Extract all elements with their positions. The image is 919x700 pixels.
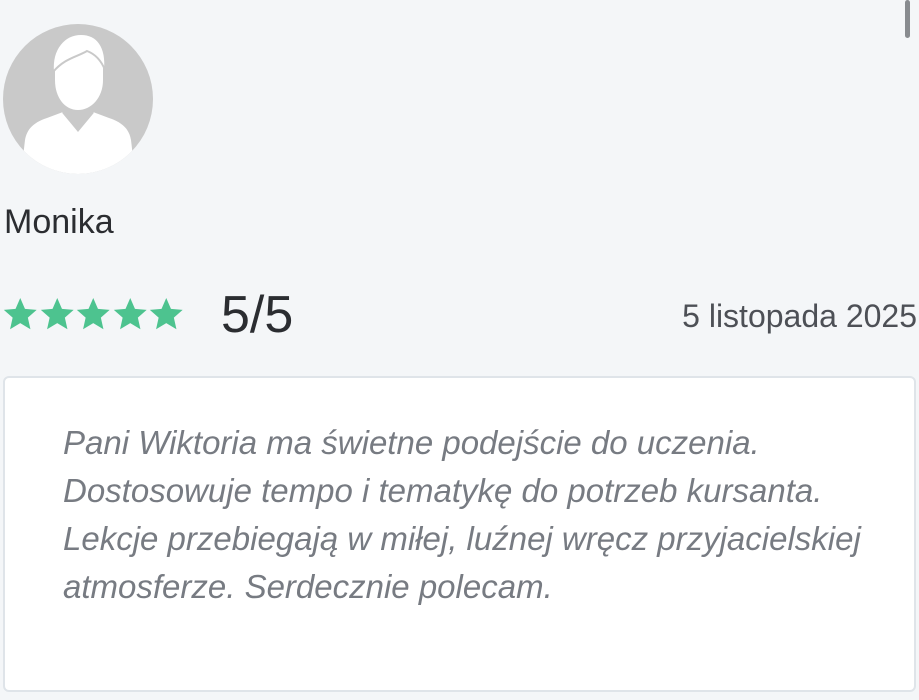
user-silhouette-icon [21,32,135,174]
star-icon [149,298,183,330]
rating-value: 5/5 [221,286,294,344]
star-icon [113,298,147,330]
review-card: Pani Wiktoria ma świetne podejście do uc… [3,376,916,692]
star-icon [76,298,110,330]
star-icon [3,298,37,330]
rating-row: 5/5 5 listopada 2025 [0,284,919,346]
reviewer-name: Monika [4,203,114,241]
scrollbar-thumb[interactable] [905,0,910,38]
review-date: 5 listopada 2025 [682,298,917,334]
avatar [3,24,153,174]
star-rating [2,291,185,337]
star-icon [40,298,74,330]
review-text: Pani Wiktoria ma świetne podejście do uc… [63,424,861,605]
